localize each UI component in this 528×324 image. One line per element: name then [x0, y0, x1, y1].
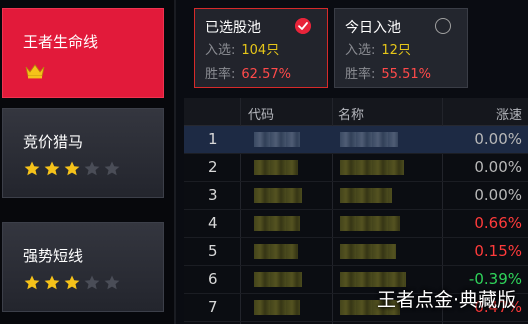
- pool-selected-count: 入选: 12只: [345, 39, 411, 58]
- redacted-name: [340, 188, 392, 203]
- redacted-code: [254, 216, 300, 231]
- rating-stars: [24, 161, 120, 176]
- star-empty-icon: [84, 161, 100, 176]
- star-filled-icon: [24, 161, 40, 176]
- redacted-code: [254, 300, 300, 315]
- star-filled-icon: [44, 275, 60, 290]
- row-index: 4: [208, 214, 218, 232]
- column-header-code[interactable]: 代码: [248, 104, 274, 123]
- strategy-title: 强势短线: [23, 247, 84, 265]
- strategy-card-auction[interactable]: 竞价猎马: [2, 108, 164, 198]
- pool-selected-count: 入选: 104只: [205, 39, 279, 58]
- change-value: 0.00%: [474, 130, 522, 148]
- redacted-name: [340, 160, 404, 175]
- pool-winrate: 胜率: 55.51%: [345, 63, 431, 82]
- star-filled-icon: [64, 275, 80, 290]
- table-row[interactable]: 2 0.00%: [184, 154, 528, 182]
- row-index: 2: [208, 158, 218, 176]
- table-row[interactable]: 5 0.15%: [184, 238, 528, 266]
- redacted-name: [340, 244, 396, 259]
- selected-label: 入选:: [345, 43, 376, 58]
- row-index: 1: [208, 130, 218, 148]
- star-empty-icon: [104, 161, 120, 176]
- product-watermark: 王者点金·典藏版: [376, 289, 516, 311]
- change-value: 0.00%: [474, 158, 522, 176]
- star-empty-icon: [84, 275, 100, 290]
- selected-value: 12只: [381, 43, 411, 58]
- strategy-sidebar: 王者生命线 竞价猎马 强势短线: [0, 0, 176, 324]
- star-empty-icon: [104, 275, 120, 290]
- selected-label: 入选:: [205, 43, 236, 58]
- table-header: 代码 名称 涨速: [184, 98, 528, 126]
- row-index: 6: [208, 270, 218, 288]
- row-index: 7: [208, 298, 218, 316]
- pool-card-today[interactable]: 今日入池 入选: 12只 胜率: 55.51%: [334, 8, 468, 88]
- strategy-card-shortline[interactable]: 强势短线: [2, 222, 164, 312]
- winrate-value: 55.51%: [381, 67, 431, 82]
- strategy-title: 王者生命线: [23, 33, 99, 51]
- row-index: 3: [208, 186, 218, 204]
- pool-title: 已选股池: [205, 20, 261, 36]
- redacted-name: [340, 216, 400, 231]
- change-value: 0.66%: [474, 214, 522, 232]
- winrate-label: 胜率:: [345, 67, 376, 82]
- change-value: 0.15%: [474, 242, 522, 260]
- sidebar-divider: [174, 0, 176, 324]
- table-row[interactable]: 4 0.66%: [184, 210, 528, 238]
- change-value: 0.00%: [474, 186, 522, 204]
- strategy-card-lifeline[interactable]: 王者生命线: [2, 8, 164, 98]
- redacted-name: [340, 132, 398, 147]
- redacted-code: [254, 244, 298, 259]
- pool-winrate: 胜率: 62.57%: [205, 63, 291, 82]
- redacted-code: [254, 188, 302, 203]
- row-index: 5: [208, 242, 218, 260]
- table-row[interactable]: 1 0.00%: [184, 126, 528, 154]
- pool-title: 今日入池: [345, 20, 401, 36]
- crown-icon: [25, 64, 45, 79]
- redacted-code: [254, 132, 300, 147]
- star-filled-icon: [64, 161, 80, 176]
- table-row[interactable]: 3 0.00%: [184, 182, 528, 210]
- redacted-code: [254, 272, 302, 287]
- selected-value: 104只: [241, 43, 280, 58]
- redacted-code: [254, 160, 298, 175]
- winrate-label: 胜率:: [205, 67, 236, 82]
- checked-icon[interactable]: [295, 18, 311, 34]
- column-header-change[interactable]: 涨速: [496, 104, 522, 123]
- rating-stars: [24, 275, 120, 290]
- winrate-value: 62.57%: [241, 67, 291, 82]
- column-header-name[interactable]: 名称: [338, 104, 364, 123]
- strategy-title: 竞价猎马: [23, 133, 84, 151]
- pool-card-selected[interactable]: 已选股池 入选: 104只 胜率: 62.57%: [194, 8, 328, 88]
- star-filled-icon: [24, 275, 40, 290]
- star-filled-icon: [44, 161, 60, 176]
- unchecked-icon[interactable]: [435, 18, 451, 34]
